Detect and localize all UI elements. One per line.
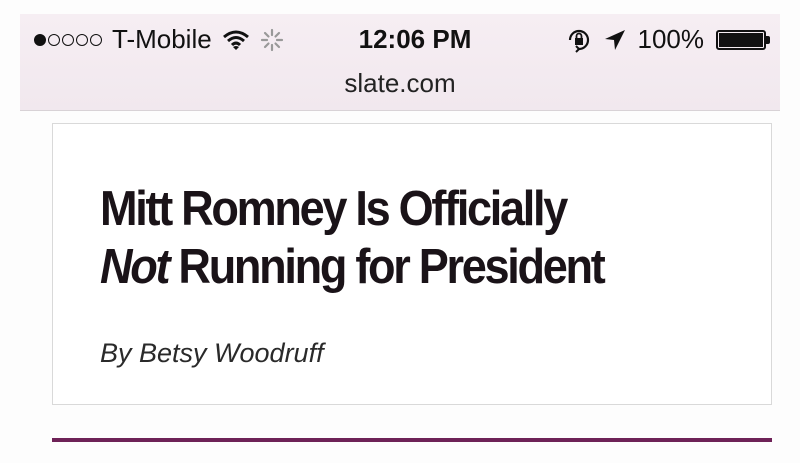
address-bar-url[interactable]: slate.com (20, 68, 780, 99)
battery-percent: 100% (637, 24, 705, 54)
article-headline[interactable]: Mitt Romney Is Officially Not Running fo… (100, 180, 606, 296)
battery-body (716, 29, 766, 50)
status-right: 100% (566, 24, 770, 55)
browser-top-bar: T-Mobile 12:06 PM 100% slate.com (20, 14, 780, 111)
status-bar: T-Mobile 12:06 PM 100% (20, 14, 780, 62)
article-card: Mitt Romney Is Officially Not Running fo… (52, 123, 772, 405)
section-divider (52, 438, 772, 442)
battery-fill (719, 32, 763, 47)
headline-line-1: Mitt Romney Is Officially (100, 182, 568, 236)
battery-tip (766, 35, 770, 44)
location-arrow-icon (604, 29, 626, 51)
headline-line-2: Running for President (168, 240, 605, 294)
rotation-lock-icon (566, 27, 592, 53)
headline-emphasis: Not (100, 240, 171, 294)
article-byline[interactable]: By Betsy Woodruff (100, 338, 324, 369)
screen: T-Mobile 12:06 PM 100% slate.com Mitt Ro… (0, 0, 800, 463)
battery-icon (716, 29, 770, 50)
